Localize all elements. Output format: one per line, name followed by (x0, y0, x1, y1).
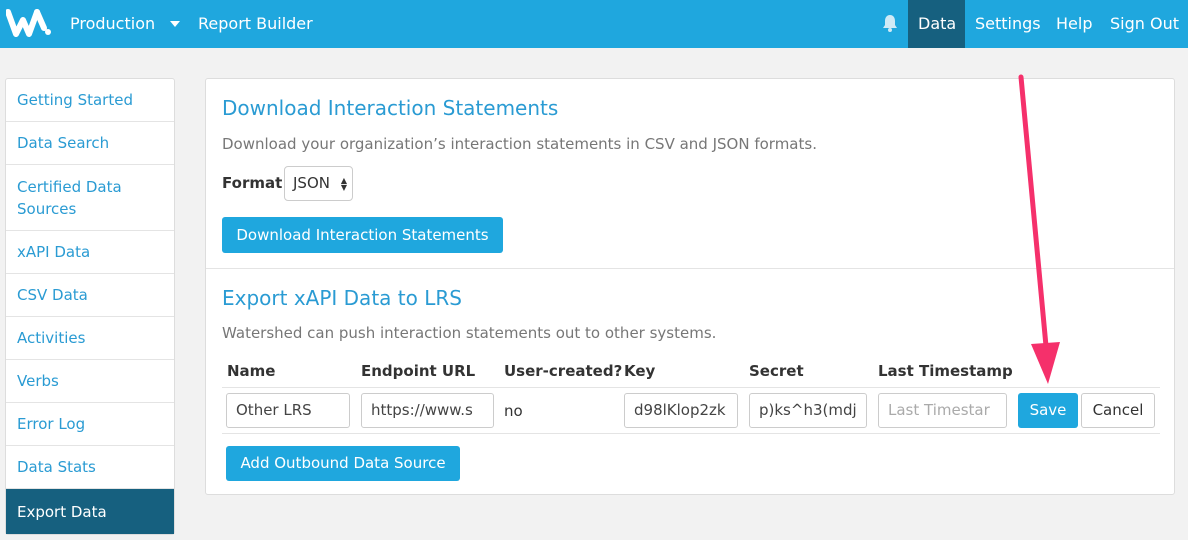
nav-help[interactable]: Help (1056, 0, 1092, 48)
top-navbar: Production Report Builder Data Settings … (0, 0, 1188, 48)
download-section-description: Download your organization’s interaction… (222, 135, 817, 153)
sidebar-item-csv-data[interactable]: CSV Data (6, 274, 174, 317)
user-created-value: no (504, 402, 523, 420)
sidebar-item-data-stats[interactable]: Data Stats (6, 446, 174, 489)
sidebar: Getting Started Data Search Certified Da… (5, 78, 175, 535)
format-select[interactable]: JSON ▲ ▼ (284, 166, 353, 201)
export-section-description: Watershed can push interaction statement… (222, 324, 717, 342)
column-header-endpoint-url: Endpoint URL (361, 362, 476, 380)
table-divider (222, 433, 1160, 434)
endpoint-url-input[interactable]: https://www.s (361, 393, 494, 428)
column-header-user-created: User-created? (504, 362, 623, 380)
select-arrows-icon: ▲ ▼ (340, 176, 347, 192)
add-outbound-data-source-button[interactable]: Add Outbound Data Source (226, 446, 460, 481)
nav-data[interactable]: Data (918, 0, 956, 48)
key-input[interactable]: d98lKlop2zk (624, 393, 738, 428)
sidebar-item-getting-started[interactable]: Getting Started (6, 79, 174, 122)
nav-report-builder[interactable]: Report Builder (198, 0, 313, 48)
sidebar-item-export-data[interactable]: Export Data (6, 489, 174, 534)
download-statements-button[interactable]: Download Interaction Statements (222, 217, 503, 253)
lrs-name-input[interactable]: Other LRS (226, 393, 350, 428)
environment-dropdown[interactable]: Production (70, 0, 155, 48)
column-header-secret: Secret (749, 362, 804, 380)
watershed-logo-icon[interactable] (6, 8, 52, 38)
chevron-down-icon[interactable] (170, 21, 180, 27)
sidebar-item-verbs[interactable]: Verbs (6, 360, 174, 403)
cancel-button[interactable]: Cancel (1081, 393, 1155, 428)
column-header-last-timestamp: Last Timestamp (878, 362, 1013, 380)
save-button[interactable]: Save (1018, 393, 1078, 428)
sidebar-item-data-search[interactable]: Data Search (6, 122, 174, 165)
download-section-title: Download Interaction Statements (222, 96, 559, 120)
format-label: Format (222, 174, 283, 192)
nav-settings[interactable]: Settings (975, 0, 1041, 48)
format-select-value: JSON (293, 174, 330, 192)
column-header-name: Name (227, 362, 276, 380)
sidebar-item-error-log[interactable]: Error Log (6, 403, 174, 446)
column-header-key: Key (624, 362, 656, 380)
secret-input[interactable]: p)ks^h3(mdj (749, 393, 867, 428)
bell-icon[interactable] (882, 14, 898, 32)
export-section-title: Export xAPI Data to LRS (222, 286, 462, 310)
last-timestamp-input[interactable]: Last Timestar (878, 393, 1007, 428)
sidebar-item-activities[interactable]: Activities (6, 317, 174, 360)
annotation-arrow-icon (1018, 74, 1060, 384)
nav-sign-out[interactable]: Sign Out (1110, 0, 1179, 48)
sidebar-item-certified-data-sources[interactable]: Certified Data Sources (6, 165, 174, 231)
sidebar-item-xapi-data[interactable]: xAPI Data (6, 231, 174, 274)
